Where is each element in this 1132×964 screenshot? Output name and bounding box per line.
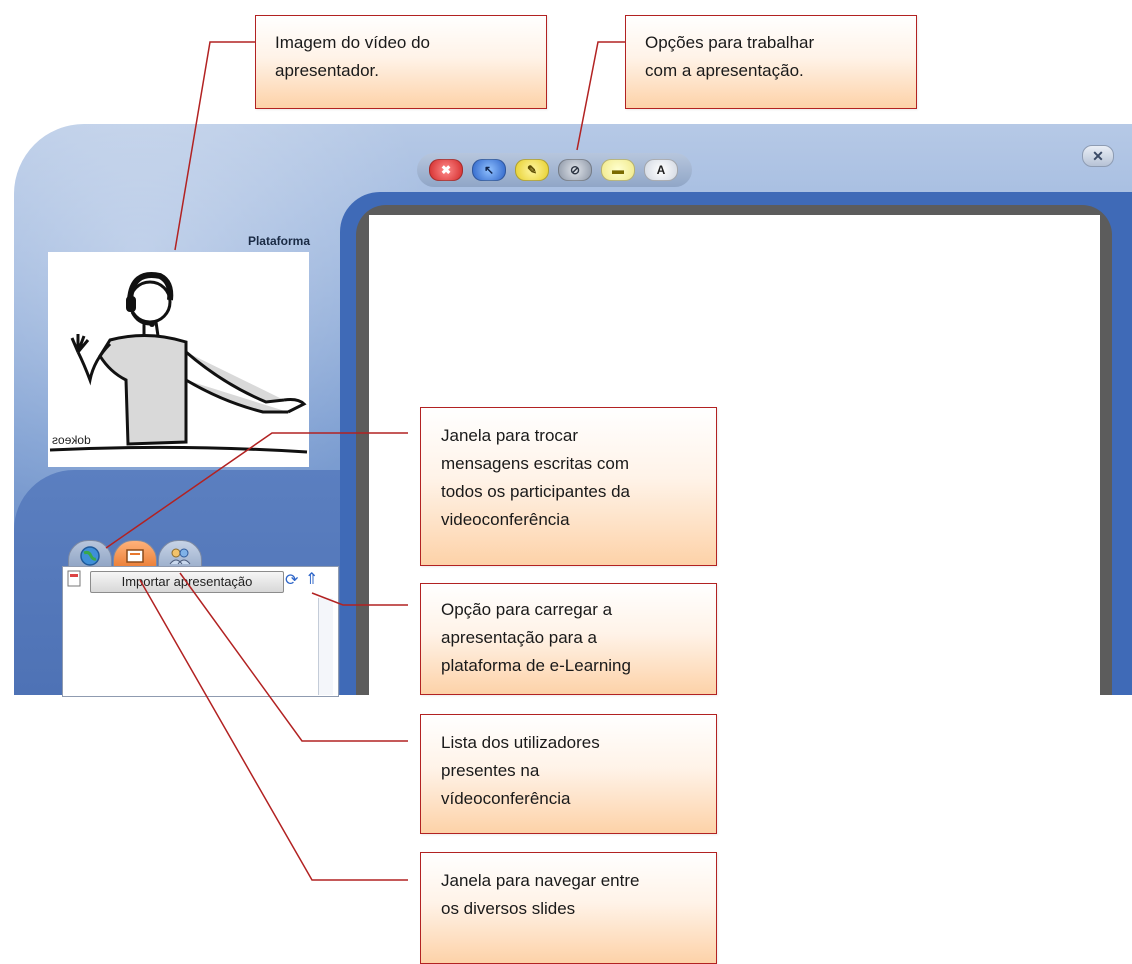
import-presentation-button[interactable]: Importar apresentação — [90, 571, 284, 593]
refresh-icon[interactable]: ⟳ — [285, 570, 298, 590]
callout-slides-navigation-text: Janela para navegar entre os diversos sl… — [441, 871, 640, 918]
callout-presenter-video-text: Imagem do vídeo do apresentador. — [275, 33, 430, 80]
platform-label: Plataforma — [247, 234, 310, 248]
callout-upload-option: Opção para carregar a apresentação para … — [420, 583, 717, 695]
slides-icon — [126, 549, 144, 563]
callout-chat-window: Janela para trocar mensagens escritas co… — [420, 407, 717, 566]
callout-upload-option-text: Opção para carregar a apresentação para … — [441, 600, 631, 675]
presentation-toolbar: ✖ ↖ ✎ ⊘ ▬ A — [417, 153, 692, 187]
eraser-tool-button[interactable]: ⊘ — [558, 159, 592, 181]
globe-icon — [80, 546, 100, 566]
upload-icon[interactable]: ⇑ — [305, 569, 318, 589]
callout-users-list: Lista dos utilizadores presentes na víde… — [420, 714, 717, 834]
pointer-tool-button[interactable]: ↖ — [472, 159, 506, 181]
callout-presentation-options-text: Opções para trabalhar com a apresentação… — [645, 33, 815, 80]
presentation-file-icon — [67, 570, 81, 587]
text-tool-button[interactable]: A — [644, 159, 678, 181]
callout-presentation-options: Opções para trabalhar com a apresentação… — [625, 15, 917, 109]
callout-chat-window-text: Janela para trocar mensagens escritas co… — [441, 426, 631, 529]
highlighter-tool-button[interactable]: ▬ — [601, 159, 635, 181]
video-watermark: dokeos — [52, 433, 91, 447]
clear-tool-button[interactable]: ✖ — [429, 159, 463, 181]
users-icon — [169, 548, 191, 565]
callout-users-list-text: Lista dos utilizadores presentes na víde… — [441, 733, 600, 808]
callout-slides-navigation: Janela para navegar entre os diversos sl… — [420, 852, 717, 964]
panel-scrollbar[interactable] — [318, 598, 333, 695]
callout-presenter-video: Imagem do vídeo do apresentador. — [255, 15, 547, 109]
close-button[interactable]: ✕ — [1082, 145, 1114, 167]
pencil-tool-button[interactable]: ✎ — [515, 159, 549, 181]
